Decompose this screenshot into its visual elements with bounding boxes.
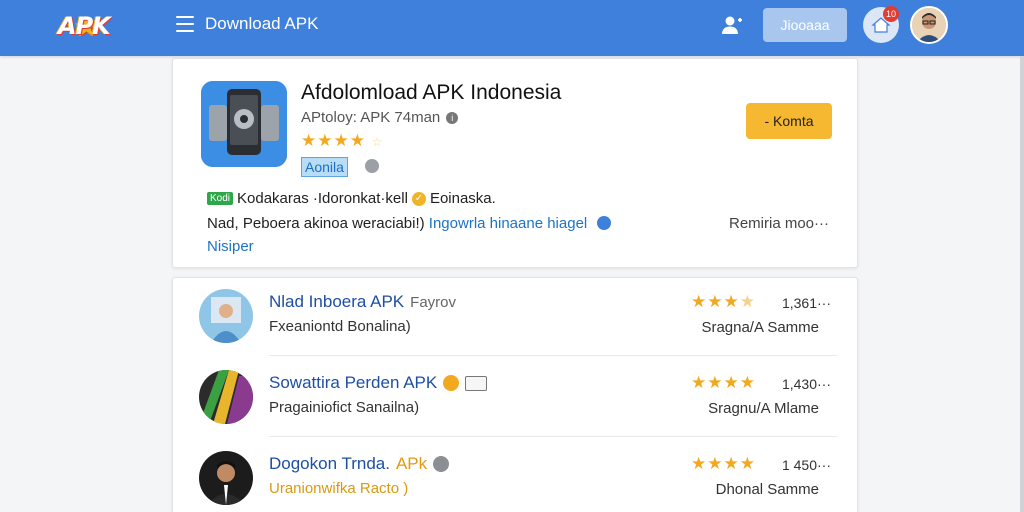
app-icon <box>201 81 287 167</box>
app-thumbnail <box>199 370 253 424</box>
notification-button[interactable]: 10 <box>863 6 899 43</box>
app-subtitle: APtoloy: APK 74man i <box>301 109 459 126</box>
verified-badge: Kodi <box>207 192 234 205</box>
more-icon[interactable] <box>433 456 450 472</box>
apk-logo[interactable]: ★ APK <box>58 8 124 44</box>
app-rating: ★★★★ ☆ <box>301 131 384 150</box>
divider <box>269 355 837 356</box>
verification-row: Kodi Kodakaras ·Idoronkat·kell ✓ Eoinask… <box>207 190 496 207</box>
item-count: 1 450··· <box>781 457 831 473</box>
description-link[interactable]: Ingowrla hinaane hiagel <box>429 215 587 232</box>
add-user-icon[interactable] <box>720 13 744 37</box>
item-category: Sragna/A Samme <box>701 319 819 336</box>
item-rating: ★★★★ <box>691 373 756 392</box>
info-icon[interactable]: i <box>446 111 459 124</box>
app-detail-card: Afdolomload APK Indonesia APtoloy: APK 7… <box>172 58 858 268</box>
review-meta[interactable]: Remiria moo··· <box>729 215 829 232</box>
list-item[interactable]: Dogokon Trnda. APk Uranionwifka Racto ) … <box>173 440 859 512</box>
phone-gear-icon <box>201 81 287 167</box>
primary-action-button[interactable]: - Komta <box>746 103 832 139</box>
app-description: Nad, Peboera akinoa weraciabi!) Ingowrla… <box>207 215 612 232</box>
app-thumbnail <box>199 289 253 343</box>
scrollbar[interactable] <box>1020 56 1024 512</box>
app-title-heading: Afdolomload APK Indonesia <box>301 81 562 104</box>
related-apps-list: Nlad Inboera APK Fayrov Fxeaniontd Bonal… <box>172 277 858 512</box>
app-title: Download APK <box>205 14 319 33</box>
coin-icon <box>443 375 460 391</box>
list-item[interactable]: Nlad Inboera APK Fayrov Fxeaniontd Bonal… <box>173 278 859 358</box>
avatar-portrait <box>912 8 946 42</box>
item-count: 1,361··· <box>781 295 831 311</box>
tag-settings-icon[interactable] <box>365 159 379 173</box>
notification-badge: 10 <box>883 6 899 22</box>
screen-icon[interactable] <box>465 375 488 391</box>
list-item[interactable]: Sowattira Perden APK Pragainiofict Sanai… <box>173 359 859 439</box>
item-rating: ★★★★ <box>691 292 756 311</box>
user-avatar[interactable] <box>910 6 948 44</box>
item-rating: ★★★★ <box>691 454 756 473</box>
read-more-link[interactable]: Nisiper <box>207 238 254 255</box>
divider <box>269 436 837 437</box>
item-category: Sragnu/A Mlame <box>708 400 819 417</box>
app-thumbnail <box>199 451 253 505</box>
item-count: 1,430··· <box>781 376 831 392</box>
app-tag[interactable]: Aonila <box>301 157 348 177</box>
join-button[interactable]: Jiooaaa <box>763 8 847 42</box>
hamburger-menu-icon[interactable] <box>176 16 194 32</box>
expand-icon[interactable] <box>597 216 612 230</box>
item-category: Dhonal Samme <box>715 481 819 498</box>
check-icon: ✓ <box>411 191 426 206</box>
top-bar: ★ APK Download APK Jiooaaa 10 <box>0 0 1024 56</box>
